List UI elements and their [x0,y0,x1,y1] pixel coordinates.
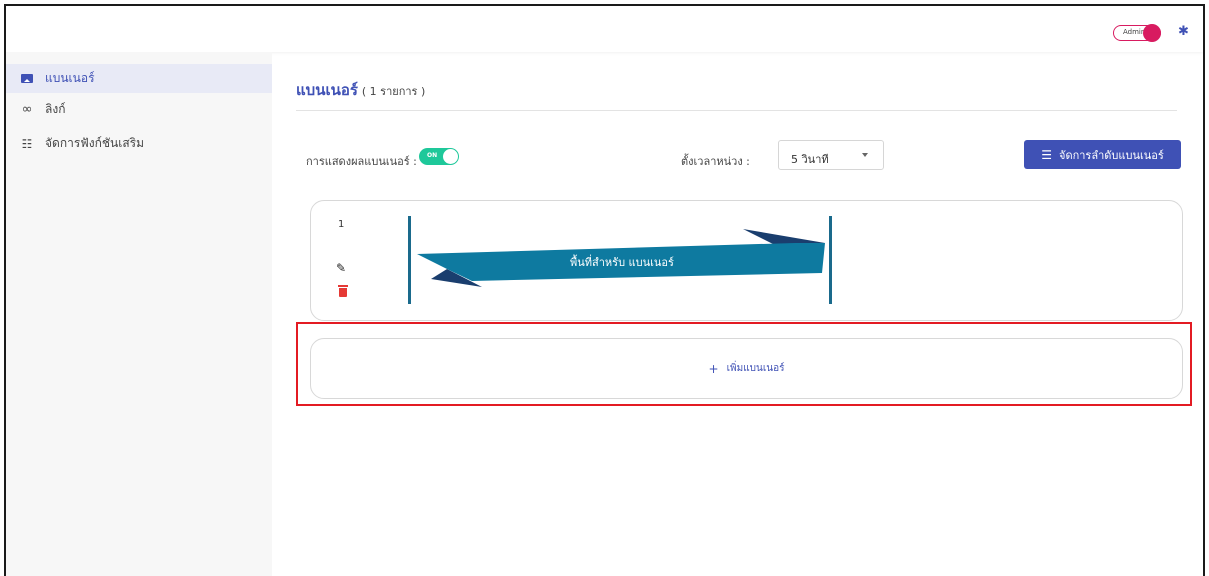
app-window: Admin ✱ แบนเนอร์ ∞ ลิงก์ ☷ จัดการฟังก์ชั… [4,4,1205,576]
sidebar-item-addons[interactable]: ☷ จัดการฟังก์ชันเสริม [6,129,272,158]
sidebar-item-label: จัดการฟังก์ชันเสริม [45,136,145,150]
banner-index: 1 [338,219,345,230]
chevron-down-icon [862,153,868,157]
sidebar: แบนเนอร์ ∞ ลิงก์ ☷ จัดการฟังก์ชันเสริม [6,52,272,576]
delay-label: ตั้งเวลาหน่วง : [681,155,750,168]
page-title: แบนเนอร์( 1 รายการ ) [296,78,425,102]
banner-right-bar [829,216,832,304]
main-content: แบนเนอร์( 1 รายการ ) การแสดงผลแบนเนอร์ :… [272,52,1203,576]
banner-placeholder-text: พื้นที่สำหรับ แบนเนอร์ [570,256,674,269]
admin-toggle-knob [1143,24,1161,42]
display-label: การแสดงผลแบนเนอร์ : [306,155,417,168]
divider [296,110,1177,111]
display-toggle-knob [443,149,458,164]
sidebar-item-label: แบนเนอร์ [45,71,95,85]
add-banner-label: เพิ่มแบนเนอร์ [726,363,785,374]
banner-left-bar [408,216,411,304]
add-banner-button[interactable]: + เพิ่มแบนเนอร์ [310,338,1183,399]
sidebar-item-banner[interactable]: แบนเนอร์ [6,64,272,93]
gear-icon[interactable]: ✱ [1178,25,1189,39]
delay-select[interactable]: 5 วินาที [778,140,884,170]
plus-icon: + [708,361,719,376]
display-toggle-text: ON [427,152,438,159]
manage-order-label: จัดการลำดับแบนเนอร์ [1059,148,1164,162]
image-icon [19,74,35,83]
delay-value: 5 วินาที [791,153,829,166]
list-order-icon: ☰ [1041,147,1052,162]
admin-toggle[interactable]: Admin [1113,24,1161,42]
top-bar: Admin ✱ [6,6,1203,52]
page-title-text: แบนเนอร์ [296,81,358,99]
item-count: ( 1 รายการ ) [361,85,426,98]
link-icon: ∞ [21,102,33,117]
delete-icon[interactable] [338,285,348,297]
sidebar-item-label: ลิงก์ [45,102,66,116]
sliders-icon: ☷ [21,136,33,151]
display-toggle[interactable]: ON [419,148,459,165]
sidebar-item-link[interactable]: ∞ ลิงก์ [6,95,272,124]
edit-icon[interactable]: ✎ [336,261,346,275]
admin-label: Admin [1123,28,1146,36]
manage-order-button[interactable]: ☰ จัดการลำดับแบนเนอร์ [1024,140,1181,169]
banner-card: 1 ✎ พื้นที่สำหรับ แบนเนอร์ [310,200,1183,321]
